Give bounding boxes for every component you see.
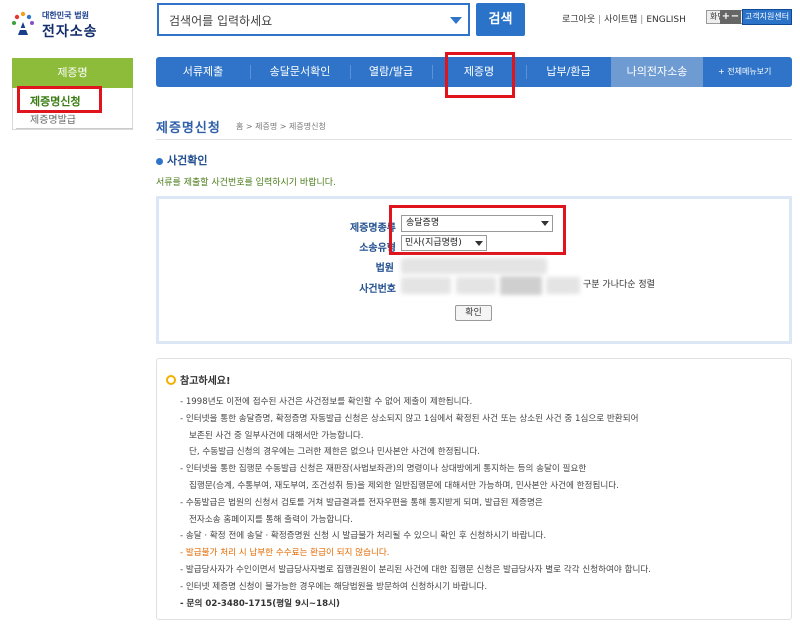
notice-title-text: 참고하세요! (180, 376, 231, 387)
logout-link[interactable]: 로그아웃 (562, 12, 595, 25)
notice-line: - 인터넷을 통한 집행문 수동발급 신청은 재판장(사법보좌관)의 명령이나 … (180, 464, 587, 475)
court-logo[interactable]: 대한민국 법원 전자소송 (8, 6, 128, 40)
sitemap-link[interactable]: 사이트맵 (604, 12, 637, 25)
nav-highlight-box (445, 52, 515, 98)
english-link[interactable]: ENGLISH (646, 15, 686, 25)
notice-line: 단, 수동발급 신청의 경우에는 그러한 제한은 없으나 민사본안 사건에 한정… (189, 447, 480, 458)
lightbulb-icon (166, 375, 176, 385)
nav-item-my-ecourt[interactable]: 나의전자소송 (611, 57, 703, 87)
section-title-text: 사건확인 (167, 154, 208, 167)
notice-line: - 인터넷을 통한 송달증명, 확정증명 자동발급 신청은 상소되지 않고 1심… (180, 413, 639, 424)
nav-item-payment-refund[interactable]: 납부/환급 (526, 57, 611, 87)
court-select[interactable] (401, 258, 547, 274)
utility-links: 로그아웃 | 사이트맵 | ENGLISH (562, 12, 686, 25)
cert-type-label: 제증명종류 (350, 223, 396, 234)
section-title: 사건확인 (156, 152, 207, 168)
logo-title: 전자소송 (42, 24, 98, 40)
sidebar-item-cert-issue[interactable]: 제증명발급 (30, 111, 76, 126)
search-button[interactable]: 검색 (476, 3, 525, 36)
notice-line: - 발급당사자가 수인이면서 발급당사자별로 집행권원이 분리된 사건에 대한 … (180, 565, 652, 575)
customer-center-button[interactable]: 고객지원센터 (742, 9, 792, 25)
case-extra-input[interactable] (546, 277, 580, 294)
notice-line: - 1998년도 이전에 접수된 사건은 사건정보를 확인할 수 없어 제출이 … (180, 397, 473, 407)
notice-title: 참고하세요! (166, 372, 231, 387)
court-label: 법원 (375, 263, 394, 274)
sidebar-highlight-box (17, 86, 102, 113)
nav-item-service-docs[interactable]: 송달문서확인 (250, 57, 350, 87)
logo-subtitle: 대한민국 법원 (42, 11, 89, 20)
sort-hint: 구분 가나다순 정렬 (583, 280, 655, 290)
form-highlight-box (389, 205, 566, 255)
font-minus-button[interactable]: − (729, 10, 741, 24)
sidebar-divider (16, 128, 133, 129)
notice-line: - 송달 · 확정 전에 송달 · 확정증명원 신청 시 발급불가 처리될 수 … (180, 531, 547, 542)
breadcrumb: 홈 > 제증명 > 제증명신청 (236, 122, 326, 131)
title-divider (156, 139, 792, 140)
search-input[interactable]: 검색어를 입력하세요 (157, 3, 470, 36)
section-description: 서류를 제출할 사건번호를 입력하시기 바랍니다. (156, 178, 336, 188)
court-emblem-icon (12, 11, 34, 35)
nav-all-menu[interactable]: + 전체메뉴보기 (718, 57, 771, 87)
notice-line: 보존된 사건 중 일부사건에 대해서만 가능합니다. (189, 430, 364, 441)
notice-line: - 문의 02-3480-1715(평일 9시~18시) (180, 598, 340, 609)
nav-item-document-submit[interactable]: 서류제출 (156, 57, 250, 87)
case-year-select[interactable] (401, 277, 451, 294)
notice-line: 전자소송 홈페이지를 통해 출력이 가능합니다. (189, 514, 353, 525)
case-type-label: 소송유형 (359, 243, 396, 254)
sidebar-title: 제증명 (12, 58, 133, 88)
nav-item-view-issue[interactable]: 열람/발급 (350, 57, 432, 87)
confirm-button[interactable]: 확인 (455, 305, 492, 321)
page-title: 제증명신청 (156, 121, 221, 136)
notice-line: - 인터넷 제증명 신청이 불가능한 경우에는 해당법원을 방문하여 신청하시기… (180, 581, 488, 592)
case-number-input[interactable] (500, 276, 542, 295)
notice-line: - 수동발급은 법원의 신청서 검토를 거쳐 발급결과를 전자우편을 통해 통지… (180, 497, 543, 508)
notice-line: 집행문(승계, 수통부여, 재도부여, 조건성취 등)을 제외한 일반집행문에 … (189, 481, 619, 491)
notice-line: - 발급불가 처리 시 납부한 수수료는 환급이 되지 않습니다. (180, 548, 390, 559)
chevron-down-icon[interactable] (450, 17, 462, 24)
bullet-icon (156, 157, 163, 165)
search-placeholder: 검색어를 입력하세요 (169, 14, 273, 28)
case-number-label: 사건번호 (359, 284, 396, 295)
case-code-select[interactable] (456, 277, 496, 294)
